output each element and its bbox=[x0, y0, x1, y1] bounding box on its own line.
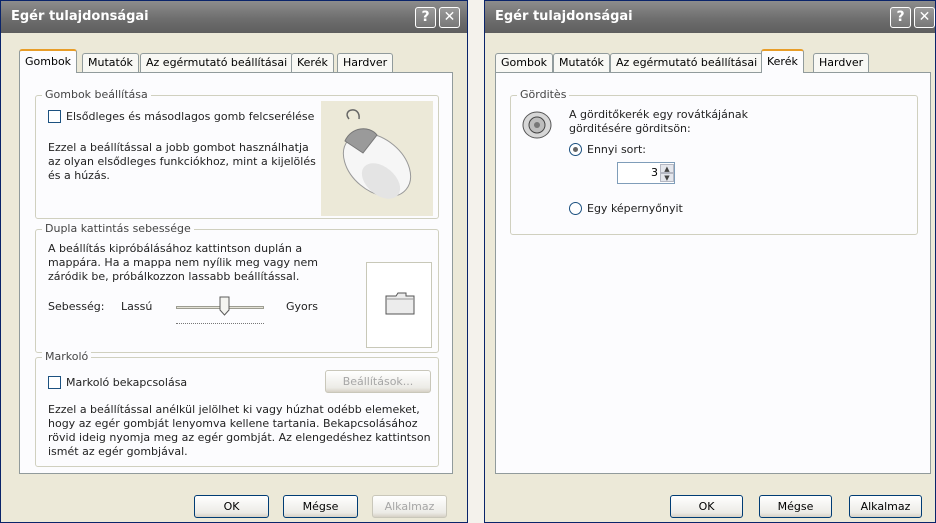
dblclick-description-line: A beállítás kipróbálásához kattintson du… bbox=[48, 242, 303, 255]
tab-pointer-options[interactable]: Az egérmutató beállításai bbox=[610, 53, 764, 72]
mouse-icon bbox=[342, 109, 412, 199]
tab-panel-wheel: Görditès A görditőkerék egy rovátkájának… bbox=[495, 72, 931, 474]
clicklock-description-line: hogy az egér gombját lenyomva kellene ta… bbox=[48, 417, 418, 430]
group-label: Gombok beállítása bbox=[42, 88, 151, 101]
tab-buttons[interactable]: Gombok bbox=[19, 49, 78, 73]
buttons-description-line: az olyan elsődleges funkciókhoz, mint a … bbox=[48, 155, 316, 168]
title-bar[interactable]: Egér tulajdonságai ? ✕ bbox=[485, 1, 935, 33]
mouse-properties-window-buttons: Egér tulajdonságai ? ✕ Gombok beállítása… bbox=[0, 0, 468, 523]
cancel-button[interactable]: Mégse bbox=[283, 495, 358, 518]
double-click-speed-group: Dupla kattintás sebessége A beállítás ki… bbox=[35, 222, 439, 353]
buttons-description-line: és a húzás. bbox=[48, 169, 110, 182]
tab-hardware[interactable]: Hardver bbox=[337, 53, 394, 72]
page-radio[interactable] bbox=[569, 202, 582, 215]
swap-buttons-checkbox[interactable] bbox=[48, 110, 61, 123]
speed-slider-ticks bbox=[176, 323, 264, 325]
swap-buttons-label: Elsődleges és másodlagos gomb felcserélé… bbox=[66, 110, 315, 123]
mouse-properties-window-wheel: Egér tulajdonságai ? ✕ Görditès A gördit… bbox=[484, 0, 936, 523]
mouse-illustration bbox=[321, 101, 433, 216]
folder-icon[interactable] bbox=[384, 290, 416, 316]
page-radio-label: Egy képernyőnyit bbox=[587, 202, 683, 215]
ok-button[interactable]: OK bbox=[194, 495, 269, 518]
lines-radio-label: Ennyi sort: bbox=[587, 143, 646, 156]
window-title: Egér tulajdonságai bbox=[495, 9, 633, 24]
group-label: Markoló bbox=[42, 350, 92, 363]
group-label: Görditès bbox=[517, 88, 570, 101]
clicklock-description-line: rövid ideig nyomja meg az egér gombját. … bbox=[48, 431, 431, 444]
clicklock-group: Markoló Markoló bekapcsolása Beállítások… bbox=[35, 350, 439, 467]
scroll-group: Görditès A görditőkerék egy rovátkájának… bbox=[510, 88, 918, 235]
tab-panel-buttons: Gombok beállítása Elsődleges és másodlag… bbox=[19, 72, 453, 474]
tab-wheel[interactable]: Kerék bbox=[761, 49, 804, 73]
clicklock-label: Markoló bekapcsolása bbox=[66, 376, 188, 389]
window-title: Egér tulajdonságai bbox=[11, 9, 149, 24]
tab-hardware[interactable]: Hardver bbox=[813, 53, 870, 72]
help-button[interactable]: ? bbox=[890, 7, 911, 28]
scroll-wheel-icon bbox=[522, 111, 552, 139]
tab-wheel[interactable]: Kerék bbox=[291, 53, 334, 72]
close-button[interactable]: ✕ bbox=[914, 7, 935, 28]
tab-pointers[interactable]: Mutatók bbox=[553, 53, 610, 72]
spinner-down-icon[interactable]: ▼ bbox=[660, 173, 674, 182]
test-folder-area[interactable] bbox=[366, 262, 432, 348]
lines-radio[interactable] bbox=[569, 143, 582, 156]
speed-label: Sebesség: bbox=[48, 300, 105, 313]
tab-pointer-options[interactable]: Az egérmutató beállításai bbox=[140, 53, 294, 72]
lines-value[interactable]: 3 bbox=[618, 166, 658, 179]
scroll-description-line: A görditőkerék egy rovátkájának bbox=[569, 108, 748, 121]
ok-button[interactable]: OK bbox=[670, 495, 743, 518]
spinner-up-icon[interactable]: ▲ bbox=[660, 164, 674, 173]
tab-buttons[interactable]: Gombok bbox=[495, 53, 554, 72]
slow-label: Lassú bbox=[121, 300, 153, 313]
speed-slider-thumb[interactable] bbox=[219, 296, 230, 316]
clicklock-settings-button[interactable]: Beállítások... bbox=[325, 370, 431, 393]
clicklock-description-line: ismét az egér gombjával. bbox=[48, 445, 188, 458]
fast-label: Gyors bbox=[286, 300, 319, 313]
help-button[interactable]: ? bbox=[415, 7, 436, 28]
close-button[interactable]: ✕ bbox=[439, 7, 460, 28]
buttons-description-line: Ezzel a beállítással a jobb gombot haszn… bbox=[48, 141, 309, 154]
clicklock-description-line: Ezzel a beállítással anélkül jelölhet ki… bbox=[48, 403, 420, 416]
group-label: Dupla kattintás sebessége bbox=[42, 222, 194, 235]
title-bar[interactable]: Egér tulajdonságai ? ✕ bbox=[1, 1, 467, 33]
dblclick-description-line: záródik be, próbálkozzon lassabb beállít… bbox=[48, 270, 300, 283]
apply-button[interactable]: Alkalmaz bbox=[849, 495, 922, 518]
scroll-description-line: görditésére görditsön: bbox=[569, 122, 691, 135]
clicklock-checkbox[interactable] bbox=[48, 376, 61, 389]
dblclick-description-line: mappára. Ha a mappa nem nyílik meg vagy … bbox=[48, 256, 318, 269]
buttons-config-group: Gombok beállítása Elsődleges és másodlag… bbox=[35, 88, 439, 219]
tab-pointers[interactable]: Mutatók bbox=[82, 53, 139, 72]
cancel-button[interactable]: Mégse bbox=[759, 495, 832, 518]
apply-button[interactable]: Alkalmaz bbox=[372, 495, 447, 518]
lines-spinner[interactable]: 3 ▲ ▼ bbox=[617, 162, 675, 184]
